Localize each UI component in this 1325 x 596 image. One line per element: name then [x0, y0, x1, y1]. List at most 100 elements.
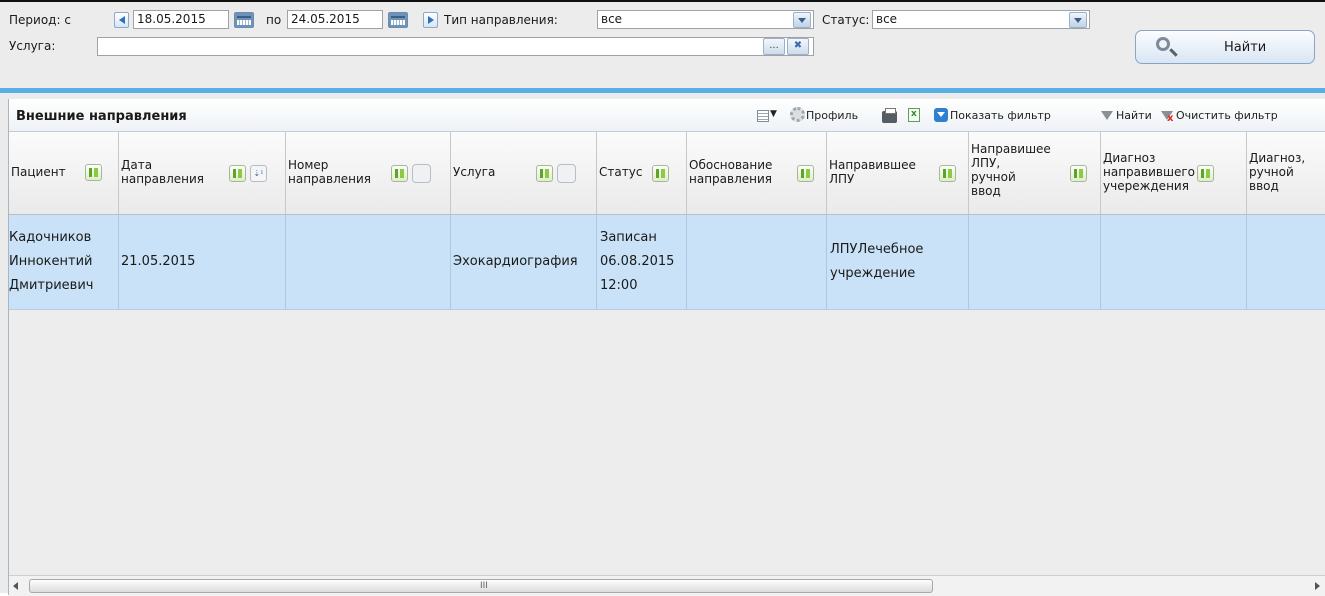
- column-settings-icon[interactable]: [652, 165, 669, 182]
- column-settings-icon[interactable]: [1197, 165, 1214, 182]
- cell-diagnosis[interactable]: [1101, 215, 1247, 309]
- col-header-date[interactable]: Дата направления ⇣¹: [119, 132, 286, 214]
- scroll-right-icon[interactable]: [1315, 582, 1320, 590]
- scroll-left-icon[interactable]: [13, 582, 18, 590]
- calendar-icon[interactable]: [388, 12, 408, 28]
- columns-menu-icon[interactable]: [757, 110, 769, 122]
- period-label: Период: с: [9, 13, 71, 27]
- cell-text: Кадочников: [9, 230, 92, 245]
- col-header-label: учереждения: [1103, 179, 1189, 193]
- arrow-right-icon: [428, 16, 434, 24]
- col-header-diagnosis[interactable]: Диагноз направившего учереждения: [1101, 132, 1247, 214]
- column-settings-icon[interactable]: [939, 165, 956, 182]
- col-header-lpu[interactable]: Направившее ЛПУ: [827, 132, 969, 214]
- col-header-label: Направишее: [971, 142, 1051, 156]
- cell-text: Записан: [600, 230, 657, 245]
- sort-toggle-button[interactable]: [412, 164, 431, 183]
- col-header-label: ЛПУ,: [971, 156, 1001, 170]
- column-settings-icon[interactable]: [536, 165, 553, 182]
- col-header-service[interactable]: Услуга: [451, 132, 597, 214]
- column-settings-icon[interactable]: [85, 164, 102, 181]
- column-settings-icon[interactable]: [391, 165, 408, 182]
- date-from-field[interactable]: 18.05.2015: [133, 10, 229, 29]
- col-header-label: Услуга: [453, 165, 496, 179]
- chevron-down-icon[interactable]: [1069, 12, 1087, 28]
- column-settings-icon[interactable]: [1070, 165, 1087, 182]
- col-header-label: направления: [288, 172, 372, 186]
- chevron-down-icon[interactable]: [793, 12, 811, 28]
- clear-filter-button[interactable]: Очистить фильтр: [1176, 109, 1278, 123]
- excel-export-icon[interactable]: [908, 108, 920, 122]
- gear-icon[interactable]: [790, 107, 805, 122]
- next-period-button[interactable]: [423, 12, 438, 28]
- filter-panel: Период: с 18.05.2015 по 24.05.2015 Тип н…: [0, 4, 1325, 88]
- grid-toolbar: Внешние направления ▼ Профиль Показать ф…: [9, 99, 1325, 132]
- col-header-diagnosis-manual[interactable]: Диагноз, ручной ввод: [1247, 132, 1325, 214]
- cell-text: Дмитриевич: [9, 278, 94, 293]
- calendar-icon[interactable]: [234, 12, 254, 28]
- cell-status[interactable]: Записан 06.08.2015 12:00: [597, 215, 687, 309]
- col-header-reason[interactable]: Обоснование направления: [687, 132, 827, 214]
- cell-text: Иннокентий: [9, 254, 93, 269]
- col-header-label: направления: [121, 172, 205, 186]
- cell-service[interactable]: Эхокардиография: [451, 215, 597, 309]
- col-header-label: Диагноз,: [1249, 151, 1306, 165]
- cell-reason[interactable]: [687, 215, 827, 309]
- panel-separator: [0, 88, 1325, 93]
- service-browse-button[interactable]: ...: [763, 38, 785, 55]
- columns-menu-arrow-icon[interactable]: ▼: [770, 107, 777, 121]
- filter-funnel-icon[interactable]: [1101, 111, 1113, 120]
- cell-date[interactable]: 21.05.2015: [119, 215, 286, 309]
- prev-period-button[interactable]: [114, 12, 129, 28]
- cell-patient[interactable]: Кадочников Иннокентий Дмитриевич: [9, 215, 119, 309]
- date-to-field[interactable]: 24.05.2015: [287, 10, 383, 29]
- status-label: Статус:: [822, 13, 870, 27]
- col-header-label: ЛПУ: [829, 172, 855, 186]
- cell-diagnosis-manual[interactable]: [1247, 215, 1325, 309]
- arrow-left-icon: [119, 16, 125, 24]
- type-label: Тип направления:: [444, 13, 558, 27]
- service-field[interactable]: [97, 37, 814, 56]
- show-filter-button[interactable]: Показать фильтр: [950, 109, 1051, 123]
- status-select[interactable]: все: [872, 10, 1090, 29]
- external-referrals-grid: Внешние направления ▼ Профиль Показать ф…: [8, 99, 1325, 596]
- table-row[interactable]: Кадочников Иннокентий Дмитриевич 21.05.2…: [9, 215, 1325, 310]
- column-settings-icon[interactable]: [797, 165, 814, 182]
- col-header-label: Обоснование: [689, 158, 773, 172]
- sort-descending-icon[interactable]: ⇣¹: [250, 165, 267, 182]
- col-header-label: ручной: [1249, 165, 1294, 179]
- col-header-label: Пациент: [11, 165, 66, 179]
- find-button[interactable]: Найти: [1135, 30, 1315, 64]
- print-icon[interactable]: [882, 108, 897, 123]
- col-header-number[interactable]: Номер направления: [286, 132, 451, 214]
- scrollbar-thumb[interactable]: III: [29, 579, 933, 593]
- cell-lpu[interactable]: ЛПУЛечебное учреждение: [827, 215, 969, 309]
- profile-button[interactable]: Профиль: [806, 109, 858, 123]
- col-header-label: Направившее: [829, 158, 916, 172]
- cell-text: 21.05.2015: [121, 254, 196, 269]
- col-header-lpu-manual[interactable]: Направишее ЛПУ, ручной ввод: [969, 132, 1101, 214]
- clear-service-button[interactable]: ✖: [787, 38, 809, 55]
- sort-toggle-button[interactable]: [557, 164, 576, 183]
- type-select[interactable]: все: [597, 10, 814, 29]
- cell-text: 06.08.2015: [600, 254, 675, 269]
- cell-number[interactable]: [286, 215, 451, 309]
- grid-title: Внешние направления: [16, 109, 187, 124]
- col-header-label: ввод: [971, 184, 1001, 198]
- col-header-label: Статус: [599, 165, 643, 179]
- find-button-label: Найти: [1224, 40, 1267, 55]
- window: Период: с 18.05.2015 по 24.05.2015 Тип н…: [0, 0, 1325, 596]
- col-header-label: ввод: [1249, 179, 1279, 193]
- col-header-patient[interactable]: Пациент: [9, 132, 119, 214]
- show-filter-icon[interactable]: [934, 108, 948, 122]
- col-header-label: направившего: [1103, 165, 1195, 179]
- clear-filter-icon[interactable]: [1161, 111, 1173, 124]
- search-icon: [1156, 37, 1170, 51]
- col-header-label: ручной: [971, 170, 1016, 184]
- col-header-status[interactable]: Статус: [597, 132, 687, 214]
- col-header-label: Дата: [121, 158, 153, 172]
- cell-text: 12:00: [600, 278, 638, 293]
- cell-lpu-manual[interactable]: [969, 215, 1101, 309]
- grid-find-button[interactable]: Найти: [1116, 109, 1152, 123]
- column-settings-icon[interactable]: [229, 165, 246, 182]
